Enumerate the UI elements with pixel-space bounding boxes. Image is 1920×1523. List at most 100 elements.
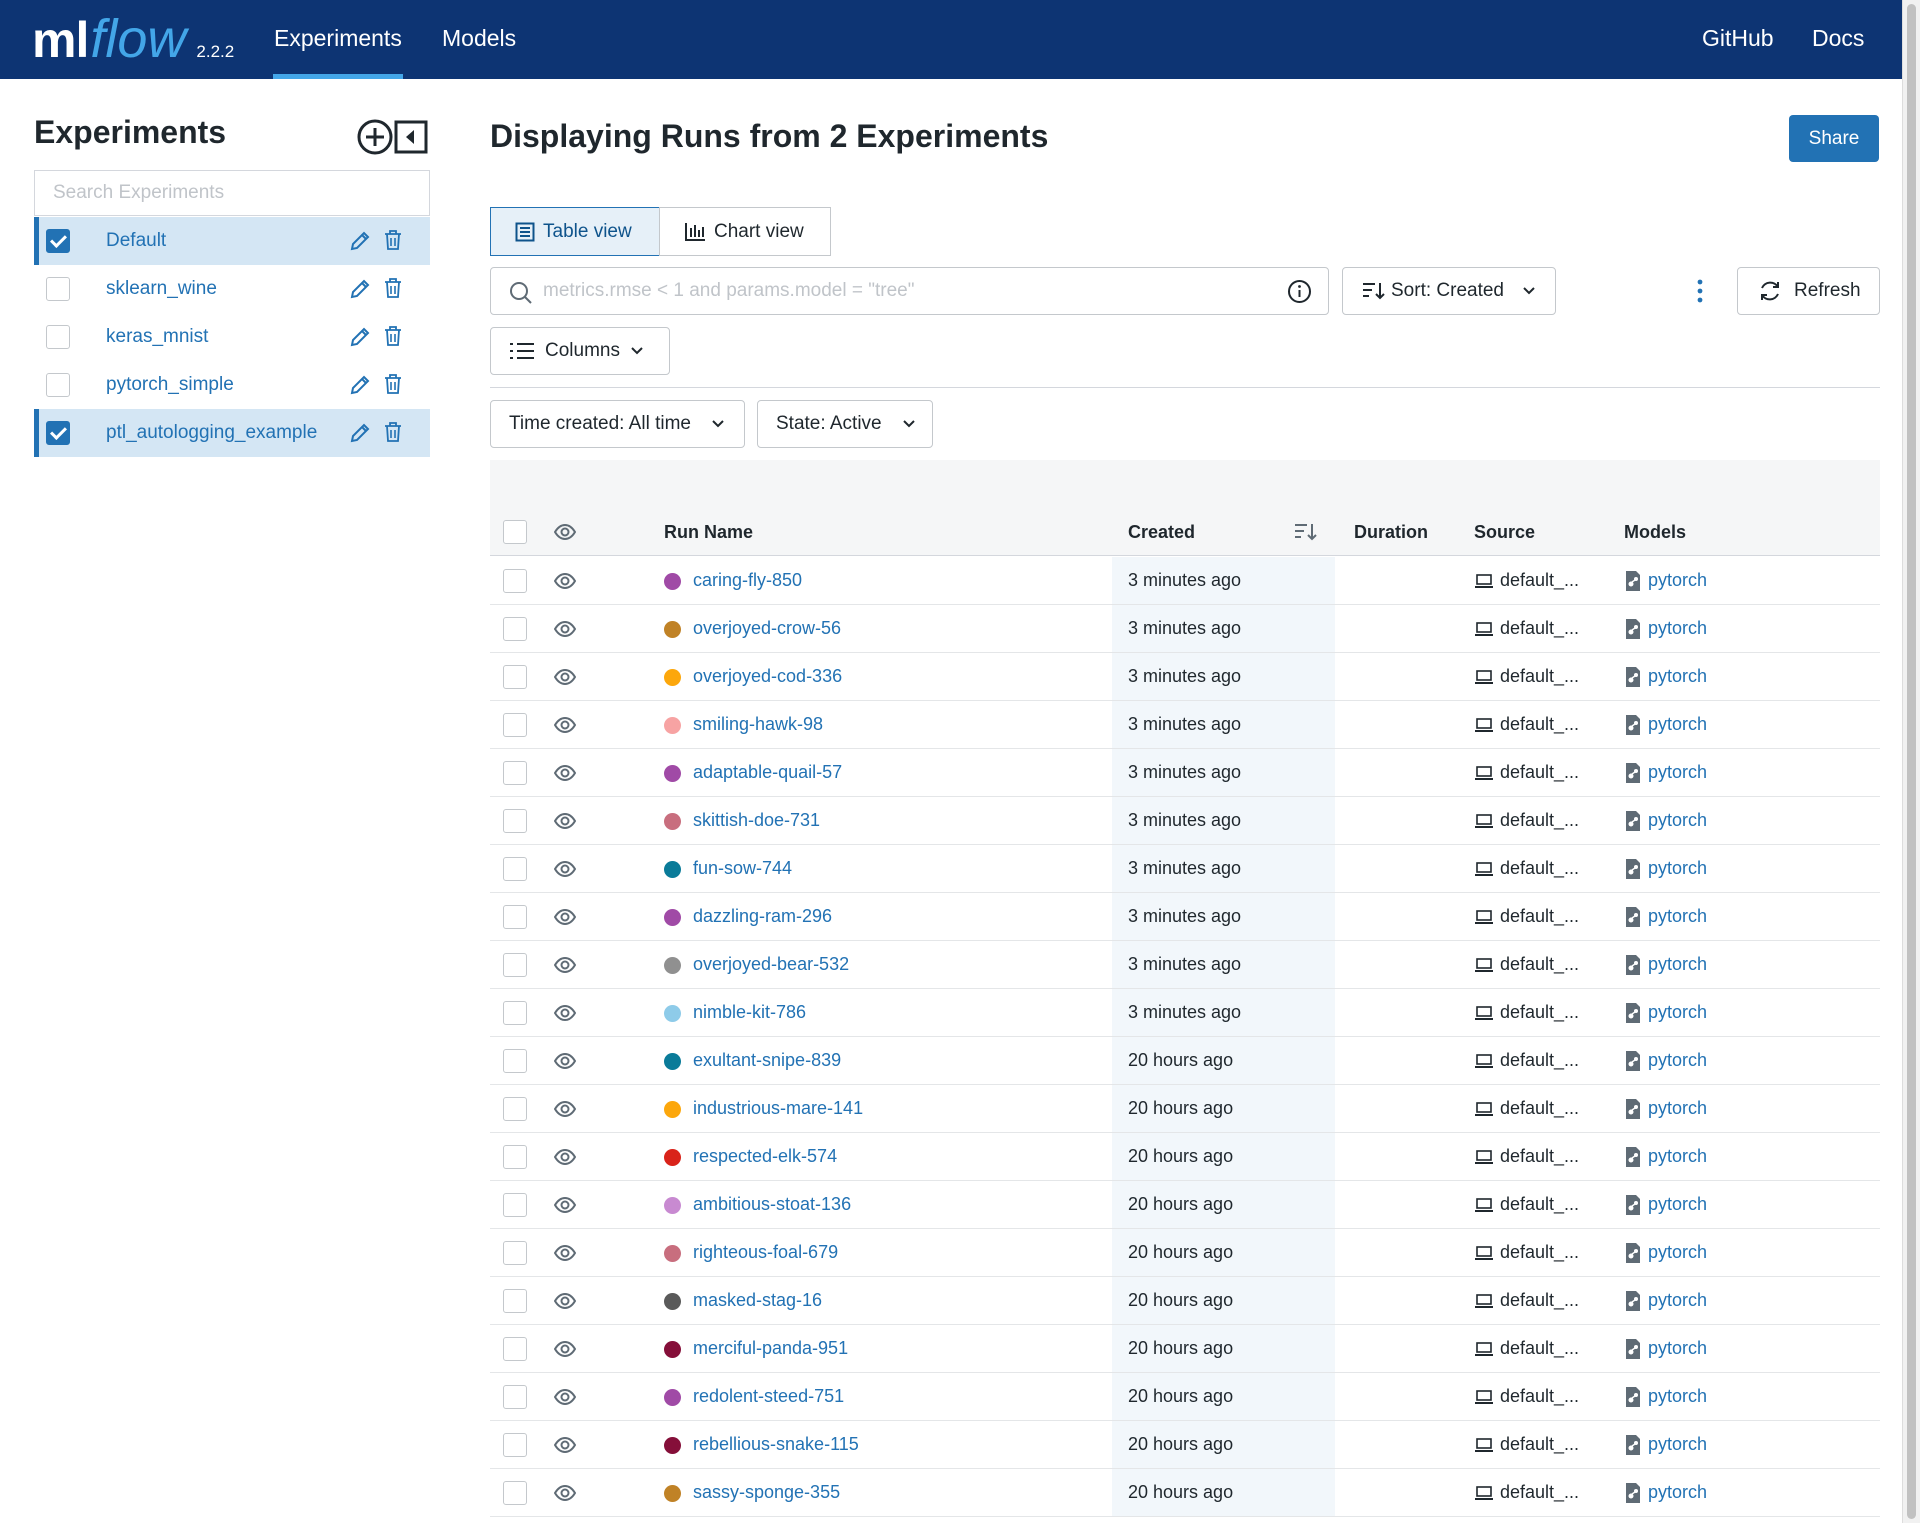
eye-icon[interactable] xyxy=(553,906,577,933)
row-checkbox[interactable] xyxy=(503,809,527,833)
run-color-dot[interactable] xyxy=(664,1340,681,1358)
run-link[interactable]: nimble-kit-786 xyxy=(693,1002,806,1022)
more-options-icon[interactable] xyxy=(1688,278,1712,309)
row-checkbox[interactable] xyxy=(503,665,527,689)
search-experiments-input[interactable] xyxy=(34,170,430,216)
eye-icon[interactable] xyxy=(553,1050,577,1077)
experiment-name[interactable]: ptl_autologging_example xyxy=(106,422,317,444)
refresh-button[interactable]: Refresh xyxy=(1737,267,1880,315)
eye-icon[interactable] xyxy=(553,1434,577,1461)
run-color-dot[interactable] xyxy=(664,668,681,686)
experiment-checkbox[interactable] xyxy=(46,373,70,397)
experiment-name[interactable]: keras_mnist xyxy=(106,326,208,348)
row-checkbox[interactable] xyxy=(503,857,527,881)
sort-desc-icon[interactable] xyxy=(1293,520,1317,549)
experiment-name[interactable]: sklearn_wine xyxy=(106,278,217,300)
row-checkbox[interactable] xyxy=(503,1049,527,1073)
experiment-checkbox[interactable] xyxy=(46,229,70,253)
run-link[interactable]: exultant-snipe-839 xyxy=(693,1050,841,1070)
eye-icon[interactable] xyxy=(553,858,577,885)
run-color-dot[interactable] xyxy=(664,572,681,590)
trash-icon[interactable] xyxy=(384,326,402,351)
model-link[interactable]: pytorch xyxy=(1648,1386,1707,1406)
state-filter[interactable]: State: Active xyxy=(757,400,933,448)
page-scrollbar[interactable] xyxy=(1902,0,1920,1523)
pencil-icon[interactable] xyxy=(348,229,372,258)
run-link[interactable]: fun-sow-744 xyxy=(693,858,792,878)
experiment-item[interactable]: Default xyxy=(34,217,430,265)
run-link[interactable]: redolent-steed-751 xyxy=(693,1386,844,1406)
trash-icon[interactable] xyxy=(384,422,402,447)
model-link[interactable]: pytorch xyxy=(1648,1290,1707,1310)
run-link[interactable]: overjoyed-cod-336 xyxy=(693,666,842,686)
run-link[interactable]: respected-elk-574 xyxy=(693,1146,837,1166)
row-checkbox[interactable] xyxy=(503,1289,527,1313)
row-checkbox[interactable] xyxy=(503,1241,527,1265)
experiment-checkbox[interactable] xyxy=(46,325,70,349)
run-color-dot[interactable] xyxy=(664,956,681,974)
row-checkbox[interactable] xyxy=(503,1337,527,1361)
tab-table-view[interactable]: Table view xyxy=(490,207,660,256)
eye-icon[interactable] xyxy=(553,570,577,597)
trash-icon[interactable] xyxy=(384,374,402,399)
trash-icon[interactable] xyxy=(384,230,402,255)
select-all-checkbox[interactable] xyxy=(503,520,527,544)
eye-icon[interactable] xyxy=(553,1002,577,1029)
eye-icon[interactable] xyxy=(553,1194,577,1221)
nav-models[interactable]: Models xyxy=(442,0,516,79)
share-button[interactable]: Share xyxy=(1789,115,1879,162)
header-duration[interactable]: Duration xyxy=(1354,508,1428,556)
row-checkbox[interactable] xyxy=(503,1193,527,1217)
run-link[interactable]: skittish-doe-731 xyxy=(693,810,820,830)
model-link[interactable]: pytorch xyxy=(1648,666,1707,686)
run-link[interactable]: masked-stag-16 xyxy=(693,1290,822,1310)
model-link[interactable]: pytorch xyxy=(1648,1146,1707,1166)
trash-icon[interactable] xyxy=(384,278,402,303)
run-link[interactable]: righteous-foal-679 xyxy=(693,1242,838,1262)
experiment-checkbox[interactable] xyxy=(46,277,70,301)
scrollbar-thumb[interactable] xyxy=(1907,4,1916,1519)
eye-icon[interactable] xyxy=(553,1386,577,1413)
run-color-dot[interactable] xyxy=(664,764,681,782)
eye-icon[interactable] xyxy=(553,1146,577,1173)
sort-dropdown[interactable]: Sort: Created xyxy=(1342,267,1556,315)
model-link[interactable]: pytorch xyxy=(1648,1482,1707,1502)
run-color-dot[interactable] xyxy=(664,1100,681,1118)
header-run-name[interactable]: Run Name xyxy=(664,508,753,556)
row-checkbox[interactable] xyxy=(503,905,527,929)
model-link[interactable]: pytorch xyxy=(1648,1242,1707,1262)
experiment-name[interactable]: pytorch_simple xyxy=(106,374,234,396)
run-color-dot[interactable] xyxy=(664,908,681,926)
row-checkbox[interactable] xyxy=(503,1145,527,1169)
experiment-item[interactable]: ptl_autologging_example xyxy=(34,409,430,457)
model-link[interactable]: pytorch xyxy=(1648,858,1707,878)
model-link[interactable]: pytorch xyxy=(1648,1194,1707,1214)
experiment-name[interactable]: Default xyxy=(106,230,166,252)
header-source[interactable]: Source xyxy=(1474,508,1535,556)
run-link[interactable]: overjoyed-crow-56 xyxy=(693,618,841,638)
eye-icon[interactable] xyxy=(553,762,577,789)
eye-icon[interactable] xyxy=(553,666,577,693)
experiment-checkbox[interactable] xyxy=(46,421,70,445)
run-link[interactable]: merciful-panda-951 xyxy=(693,1338,848,1358)
collapse-sidebar-icon[interactable] xyxy=(394,120,428,159)
eye-icon[interactable] xyxy=(553,521,577,548)
row-checkbox[interactable] xyxy=(503,1481,527,1505)
eye-icon[interactable] xyxy=(553,810,577,837)
run-link[interactable]: adaptable-quail-57 xyxy=(693,762,842,782)
run-color-dot[interactable] xyxy=(664,620,681,638)
experiment-item[interactable]: pytorch_simple xyxy=(34,361,430,409)
row-checkbox[interactable] xyxy=(503,1001,527,1025)
run-link[interactable]: ambitious-stoat-136 xyxy=(693,1194,851,1214)
model-link[interactable]: pytorch xyxy=(1648,618,1707,638)
row-checkbox[interactable] xyxy=(503,569,527,593)
row-checkbox[interactable] xyxy=(503,761,527,785)
row-checkbox[interactable] xyxy=(503,1097,527,1121)
eye-icon[interactable] xyxy=(553,714,577,741)
experiment-item[interactable]: keras_mnist xyxy=(34,313,430,361)
header-models[interactable]: Models xyxy=(1624,508,1686,556)
eye-icon[interactable] xyxy=(553,1098,577,1125)
experiment-item[interactable]: sklearn_wine xyxy=(34,265,430,313)
run-color-dot[interactable] xyxy=(664,1148,681,1166)
model-link[interactable]: pytorch xyxy=(1648,810,1707,830)
